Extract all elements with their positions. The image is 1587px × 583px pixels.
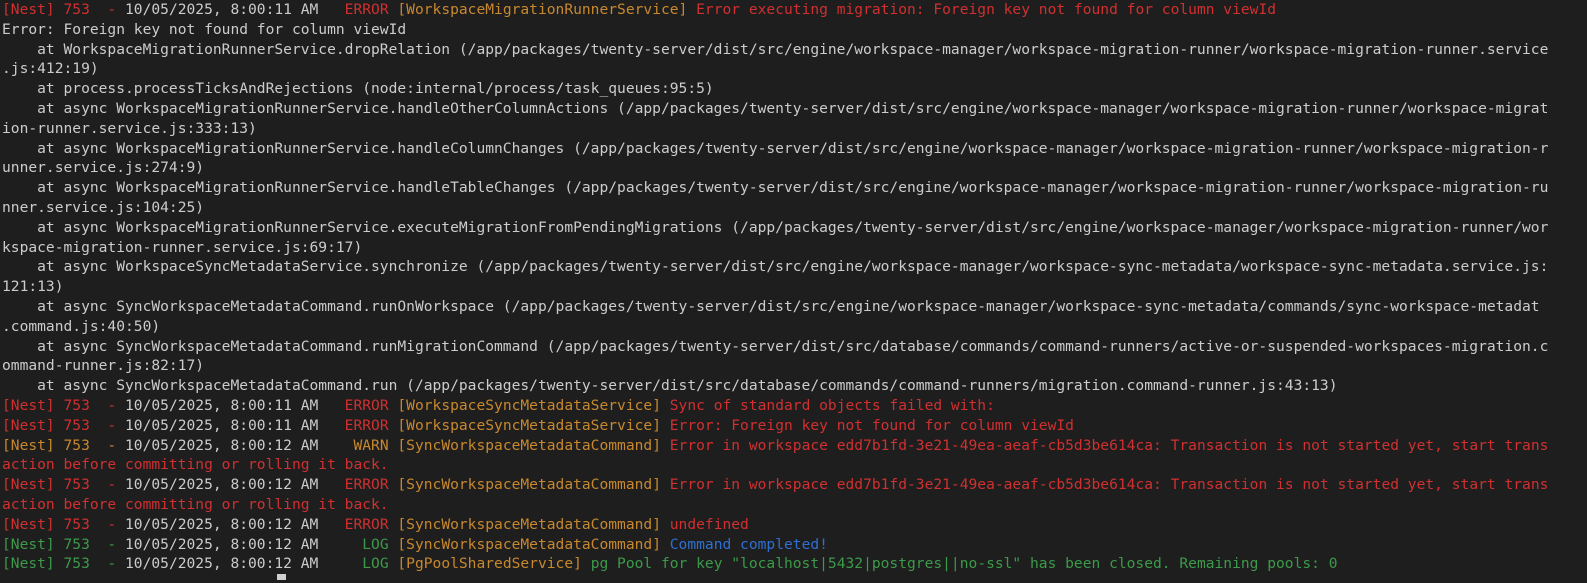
stack-text: at async WorkspaceMigrationRunnerService… bbox=[2, 179, 1549, 197]
log-line: [Nest] 753 - 10/05/2025, 8:00:11 AM ERRO… bbox=[2, 396, 1587, 416]
stack-text: at WorkspaceMigrationRunnerService.dropR… bbox=[2, 40, 1549, 58]
log-context: [WorkspaceSyncMetadataService] bbox=[397, 396, 661, 414]
stack-trace-line: at async WorkspaceMigrationRunnerService… bbox=[2, 178, 1587, 198]
log-line: [Nest] 753 - 10/05/2025, 8:00:12 AM ERRO… bbox=[2, 475, 1587, 495]
log-level: LOG bbox=[318, 535, 398, 553]
log-timestamp: 10/05/2025, 8:00:11 AM bbox=[125, 1, 319, 18]
stack-trace-line: .js:412:19) bbox=[2, 59, 1587, 79]
log-prefix: [Nest] 753 - bbox=[2, 515, 126, 533]
stack-trace-line: at async SyncWorkspaceMetadataCommand.ru… bbox=[2, 297, 1587, 317]
log-context: [SyncWorkspaceMetadataCommand] bbox=[397, 436, 661, 454]
stack-text: at async SyncWorkspaceMetadataCommand.ru… bbox=[2, 337, 1549, 355]
stack-trace-line: kspace-migration-runner.service.js:69:17… bbox=[2, 238, 1587, 258]
log-message: pg Pool for key "localhost|5432|postgres… bbox=[581, 555, 1338, 573]
log-message: Error: Foreign key not found for column … bbox=[660, 416, 1074, 434]
log-prefix: [Nest] 753 - bbox=[2, 436, 126, 454]
log-prefix: [Nest] 753 - bbox=[2, 535, 126, 553]
log-context: [PgPoolSharedService] bbox=[397, 555, 582, 573]
stack-trace-line: Error: Foreign key not found for column … bbox=[2, 20, 1587, 40]
log-prefix: [Nest] 753 - bbox=[2, 555, 126, 573]
log-level: ERROR bbox=[318, 515, 398, 533]
stack-trace-line: 121:13) bbox=[2, 277, 1587, 297]
stack-text: .js:412:19) bbox=[2, 60, 99, 78]
terminal-output: [Nest] 753 - 10/05/2025, 8:00:11 AM ERRO… bbox=[0, 0, 1587, 574]
stack-trace-line: unner.service.js:274:9) bbox=[2, 158, 1587, 178]
log-message: Error in workspace edd7b1fd-3e21-49ea-ae… bbox=[660, 476, 1549, 494]
log-context: [SyncWorkspaceMetadataCommand] bbox=[397, 515, 661, 533]
log-level: WARN bbox=[318, 436, 398, 454]
log-line: [Nest] 753 - 10/05/2025, 8:00:12 AM ERRO… bbox=[2, 515, 1587, 535]
stack-text: at async SyncWorkspaceMetadataCommand.ru… bbox=[2, 377, 1338, 395]
log-continuation: action before committing or rolling it b… bbox=[2, 495, 1587, 515]
log-continuation: action before committing or rolling it b… bbox=[2, 455, 1587, 475]
stack-text: at process.processTicksAndRejections (no… bbox=[2, 80, 714, 98]
log-message: Command completed! bbox=[660, 535, 828, 553]
log-prefix: [Nest] 753 - bbox=[2, 396, 126, 414]
stack-trace-line: at async WorkspaceMigrationRunnerService… bbox=[2, 139, 1587, 159]
text-cursor bbox=[277, 574, 286, 581]
stack-text: at async WorkspaceMigrationRunnerService… bbox=[2, 139, 1549, 157]
stack-text: at async WorkspaceMigrationRunnerService… bbox=[2, 218, 1549, 236]
stack-trace-line: at async WorkspaceMigrationRunnerService… bbox=[2, 99, 1587, 119]
log-line: [Nest] 753 - 10/05/2025, 8:00:11 AM ERRO… bbox=[2, 416, 1587, 436]
stack-trace-line: ion-runner.service.js:333:13) bbox=[2, 119, 1587, 139]
stack-text: Error: Foreign key not found for column … bbox=[2, 20, 407, 38]
stack-trace-line: at async SyncWorkspaceMetadataCommand.ru… bbox=[2, 376, 1587, 396]
log-message: Error in workspace edd7b1fd-3e21-49ea-ae… bbox=[660, 436, 1549, 454]
log-level: ERROR bbox=[318, 1, 398, 18]
stack-text: at async SyncWorkspaceMetadataCommand.ru… bbox=[2, 297, 1540, 315]
log-context: [WorkspaceMigrationRunnerService] bbox=[397, 1, 688, 18]
log-timestamp: 10/05/2025, 8:00:11 AM bbox=[125, 416, 319, 434]
stack-trace-line: at WorkspaceMigrationRunnerService.dropR… bbox=[2, 40, 1587, 60]
stack-trace-line: ommand-runner.js:82:17) bbox=[2, 356, 1587, 376]
log-message: action before committing or rolling it b… bbox=[2, 456, 389, 474]
log-line: [Nest] 753 - 10/05/2025, 8:00:12 AM WARN… bbox=[2, 436, 1587, 456]
stack-text: ommand-runner.js:82:17) bbox=[2, 357, 205, 375]
log-level: ERROR bbox=[318, 396, 398, 414]
log-context: [SyncWorkspaceMetadataCommand] bbox=[397, 535, 661, 553]
stack-trace-line: at async WorkspaceSyncMetadataService.sy… bbox=[2, 257, 1587, 277]
log-timestamp: 10/05/2025, 8:00:11 AM bbox=[125, 396, 319, 414]
log-message: undefined bbox=[660, 515, 749, 533]
log-level: LOG bbox=[318, 555, 398, 573]
log-prefix: [Nest] 753 - bbox=[2, 416, 126, 434]
log-message: action before committing or rolling it b… bbox=[2, 495, 389, 513]
stack-text: 121:13) bbox=[2, 278, 64, 296]
log-timestamp: 10/05/2025, 8:00:12 AM bbox=[125, 535, 319, 553]
stack-trace-line: .command.js:40:50) bbox=[2, 317, 1587, 337]
stack-trace-line: at async WorkspaceMigrationRunnerService… bbox=[2, 218, 1587, 238]
log-prefix: [Nest] 753 - bbox=[2, 476, 126, 494]
log-timestamp: 10/05/2025, 8:00:12 AM bbox=[125, 436, 319, 454]
log-line: [Nest] 753 - 10/05/2025, 8:00:11 AM ERRO… bbox=[2, 0, 1587, 20]
log-level: ERROR bbox=[318, 416, 398, 434]
log-prefix: [Nest] 753 - bbox=[2, 1, 126, 18]
stack-trace-line: at async SyncWorkspaceMetadataCommand.ru… bbox=[2, 337, 1587, 357]
cursor-line bbox=[0, 574, 1587, 581]
log-message: Sync of standard objects failed with: bbox=[660, 396, 995, 414]
log-context: [WorkspaceSyncMetadataService] bbox=[397, 416, 661, 434]
log-message: Error executing migration: Foreign key n… bbox=[687, 1, 1277, 18]
log-timestamp: 10/05/2025, 8:00:12 AM bbox=[125, 515, 319, 533]
log-timestamp: 10/05/2025, 8:00:12 AM bbox=[125, 476, 319, 494]
stack-text: at async WorkspaceMigrationRunnerService… bbox=[2, 99, 1549, 117]
log-timestamp: 10/05/2025, 8:00:12 AM bbox=[125, 555, 319, 573]
stack-text: at async WorkspaceSyncMetadataService.sy… bbox=[2, 258, 1549, 276]
stack-text: kspace-migration-runner.service.js:69:17… bbox=[2, 238, 363, 256]
log-level: ERROR bbox=[318, 476, 398, 494]
stack-text: unner.service.js:274:9) bbox=[2, 159, 205, 177]
stack-text: nner.service.js:104:25) bbox=[2, 198, 205, 216]
stack-text: ion-runner.service.js:333:13) bbox=[2, 119, 257, 137]
stack-trace-line: nner.service.js:104:25) bbox=[2, 198, 1587, 218]
log-context: [SyncWorkspaceMetadataCommand] bbox=[397, 476, 661, 494]
stack-trace-line: at process.processTicksAndRejections (no… bbox=[2, 79, 1587, 99]
log-line: [Nest] 753 - 10/05/2025, 8:00:12 AM LOG … bbox=[2, 535, 1587, 555]
log-line: [Nest] 753 - 10/05/2025, 8:00:12 AM LOG … bbox=[2, 554, 1587, 574]
stack-text: .command.js:40:50) bbox=[2, 317, 161, 335]
